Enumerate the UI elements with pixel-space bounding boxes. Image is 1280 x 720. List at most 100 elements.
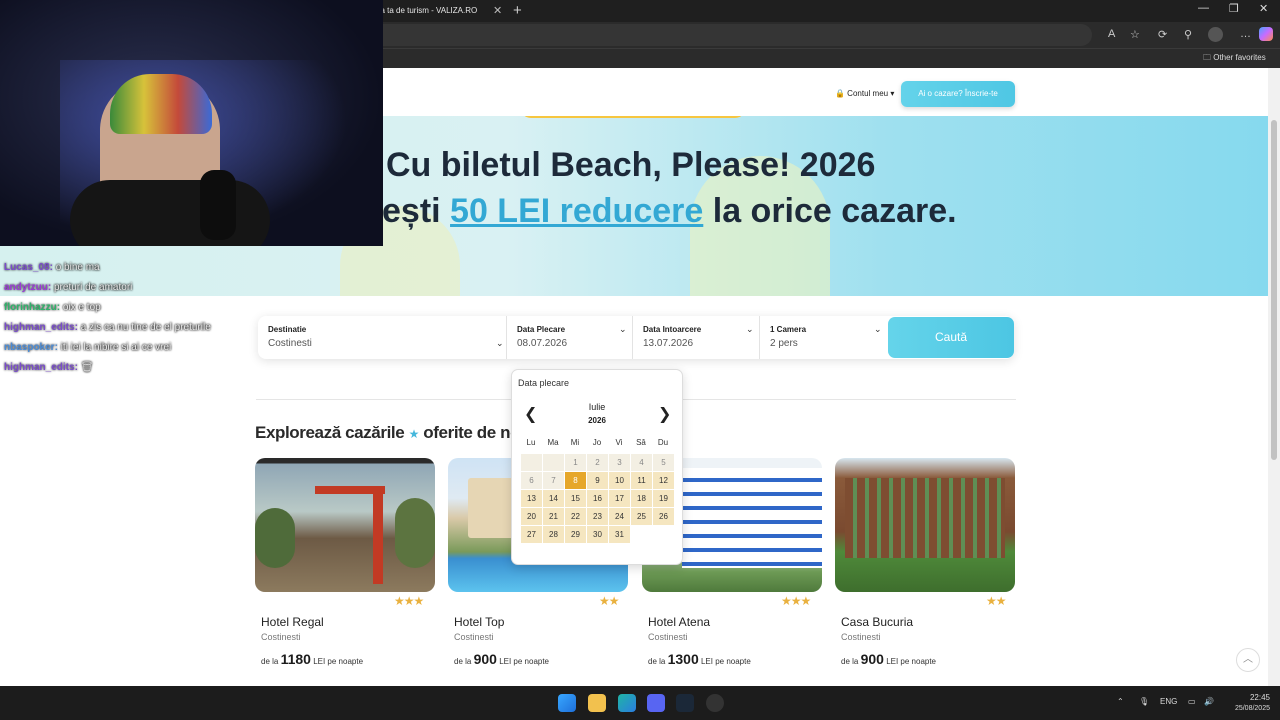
calendar-day[interactable]: 18 (631, 490, 652, 507)
chat-message: highman_edits: 🗑 (4, 362, 93, 373)
obs-icon[interactable] (706, 694, 724, 712)
calendar-day[interactable]: 13 (521, 490, 542, 507)
chat-text: 🗑 (80, 362, 94, 373)
scrollbar-thumb[interactable] (1271, 120, 1277, 460)
calendar-day[interactable]: 28 (543, 526, 564, 543)
price-value: 1180 (280, 651, 311, 667)
chevron-down-icon: ⌄ (746, 324, 754, 334)
calendar-day[interactable]: 16 (587, 490, 608, 507)
hotel-name[interactable]: Hotel Atena (648, 615, 710, 629)
calendar-day[interactable]: 20 (521, 508, 542, 525)
star-rating: ★★ (599, 594, 619, 608)
departure-date-field[interactable]: Data Plecare 08.07.2026 ⌄ (507, 316, 633, 359)
calendar-day[interactable]: 11 (631, 472, 652, 489)
new-tab-button[interactable]: + (513, 0, 522, 22)
tray-chevron-icon[interactable]: ⌃ (1117, 697, 1124, 706)
calendar-day[interactable]: 24 (609, 508, 630, 525)
refresh-icon[interactable]: ⟳ (1158, 28, 1167, 41)
calendar-day[interactable]: 19 (653, 490, 674, 507)
price-prefix: de la (454, 657, 472, 666)
price-prefix: de la (841, 657, 859, 666)
other-favorites-folder[interactable]: 🗀 Other favorites (1203, 52, 1266, 66)
chat-username[interactable]: highman_edits: (4, 322, 81, 333)
hotel-name[interactable]: Hotel Top (454, 615, 504, 629)
browser-tab[interactable]: ntia ta de turism - VALIZA.RO (372, 0, 510, 22)
calendar-day[interactable]: 17 (609, 490, 630, 507)
calendar-day: 1 (565, 454, 586, 471)
chat-username[interactable]: nbaspoker: (4, 342, 61, 353)
chat-username[interactable]: andytzuu: (4, 282, 54, 293)
calendar-day[interactable]: 30 (587, 526, 608, 543)
calendar-day[interactable]: 10 (609, 472, 630, 489)
maximize-button[interactable]: ❐ (1229, 2, 1239, 15)
datepicker-month: Iulie (588, 402, 606, 412)
discord-icon[interactable] (647, 694, 665, 712)
chevron-down-icon: ⌄ (619, 324, 627, 334)
chat-message: andytzuu: preturi de amatori (4, 282, 132, 293)
price-suffix: LEI pe noapte (886, 657, 937, 666)
close-window-button[interactable]: ✕ (1259, 2, 1268, 15)
chat-username[interactable]: Lucas_08: (4, 262, 56, 273)
calendar-day[interactable]: 12 (653, 472, 674, 489)
price-suffix: LEI pe noapte (700, 657, 751, 666)
calendar-day[interactable]: 21 (543, 508, 564, 525)
collections-icon[interactable]: ⚲ (1184, 28, 1192, 41)
hotel-price: de la 1180 LEI pe noapte (261, 651, 363, 667)
edge-icon[interactable] (618, 694, 636, 712)
language-indicator[interactable]: ENG (1160, 697, 1177, 706)
clock-date[interactable]: 25/08/2025 (1226, 705, 1270, 712)
return-date-field[interactable]: Data Intoarcere 13.07.2026 ⌄ (633, 316, 760, 359)
file-explorer-icon[interactable] (588, 694, 606, 712)
scroll-to-top-button[interactable]: ︿ (1236, 648, 1260, 672)
next-month-icon[interactable]: ❯ (658, 404, 671, 424)
read-aloud-icon[interactable]: A (1108, 28, 1115, 40)
calendar-day[interactable]: 14 (543, 490, 564, 507)
clock-time[interactable]: 22:45 (1240, 693, 1270, 702)
calendar-day[interactable]: 9 (587, 472, 608, 489)
microphone-icon[interactable]: 🎙 (1139, 697, 1149, 706)
network-icon[interactable]: ▭ (1188, 697, 1196, 706)
calendar-day[interactable]: 22 (565, 508, 586, 525)
price-suffix: LEI pe noapte (499, 657, 550, 666)
hotel-name[interactable]: Hotel Regal (261, 615, 324, 629)
favorite-star-icon[interactable]: ☆ (1130, 28, 1140, 41)
chat-username[interactable]: florinhazzu: (4, 302, 63, 313)
calendar-day[interactable]: 15 (565, 490, 586, 507)
chat-message: nbaspoker: iti iei la nibire si ai ce vr… (4, 342, 171, 353)
calendar-day[interactable]: 25 (631, 508, 652, 525)
address-bar[interactable] (372, 24, 1092, 46)
minimize-button[interactable]: — (1198, 2, 1209, 14)
hero-discount-link[interactable]: 50 LEI reducere (450, 192, 703, 230)
star-icon: ★ (408, 427, 420, 441)
chat-username[interactable]: highman_edits: (4, 362, 81, 373)
account-menu[interactable]: 🔒 Contul meu ▾ (835, 89, 894, 98)
calendar-day[interactable]: 31 (609, 526, 630, 543)
search-button[interactable]: Caută (888, 317, 1014, 358)
hotel-name[interactable]: Casa Bucuria (841, 615, 913, 629)
hotel-photo[interactable] (255, 458, 435, 592)
destination-label: Destinatie (268, 325, 307, 334)
profile-avatar[interactable] (1208, 27, 1223, 42)
volume-icon[interactable]: 🔊 (1204, 697, 1214, 706)
destination-field[interactable]: Destinatie Costinesti ⌄ (258, 316, 507, 359)
rooms-field[interactable]: 1 Camera 2 pers ⌄ (760, 316, 888, 359)
copilot-icon[interactable] (1259, 27, 1273, 41)
calendar-day[interactable]: 29 (565, 526, 586, 543)
page-scrollbar[interactable] (1268, 68, 1280, 686)
tab-close-icon[interactable]: ✕ (493, 4, 502, 17)
steam-icon[interactable] (676, 694, 694, 712)
calendar-day[interactable]: 23 (587, 508, 608, 525)
hero-line-1: Cu biletul Beach, Please! 2026 (386, 146, 876, 184)
signup-button[interactable]: Ai o cazare? Înscrie-te (901, 81, 1015, 107)
more-menu-icon[interactable]: … (1240, 28, 1251, 40)
weekday-label: Ma (547, 438, 559, 447)
weekday-label: Vi (615, 438, 623, 447)
calendar-day[interactable]: 27 (521, 526, 542, 543)
weekday-label: Du (657, 438, 669, 447)
explore-title-pre: Explorează cazările (255, 423, 405, 442)
hotel-location: Costinesti (261, 632, 301, 642)
hotel-photo[interactable] (835, 458, 1015, 592)
calendar-day[interactable]: 8 (565, 472, 586, 489)
start-icon[interactable] (558, 694, 576, 712)
calendar-day[interactable]: 26 (653, 508, 674, 525)
